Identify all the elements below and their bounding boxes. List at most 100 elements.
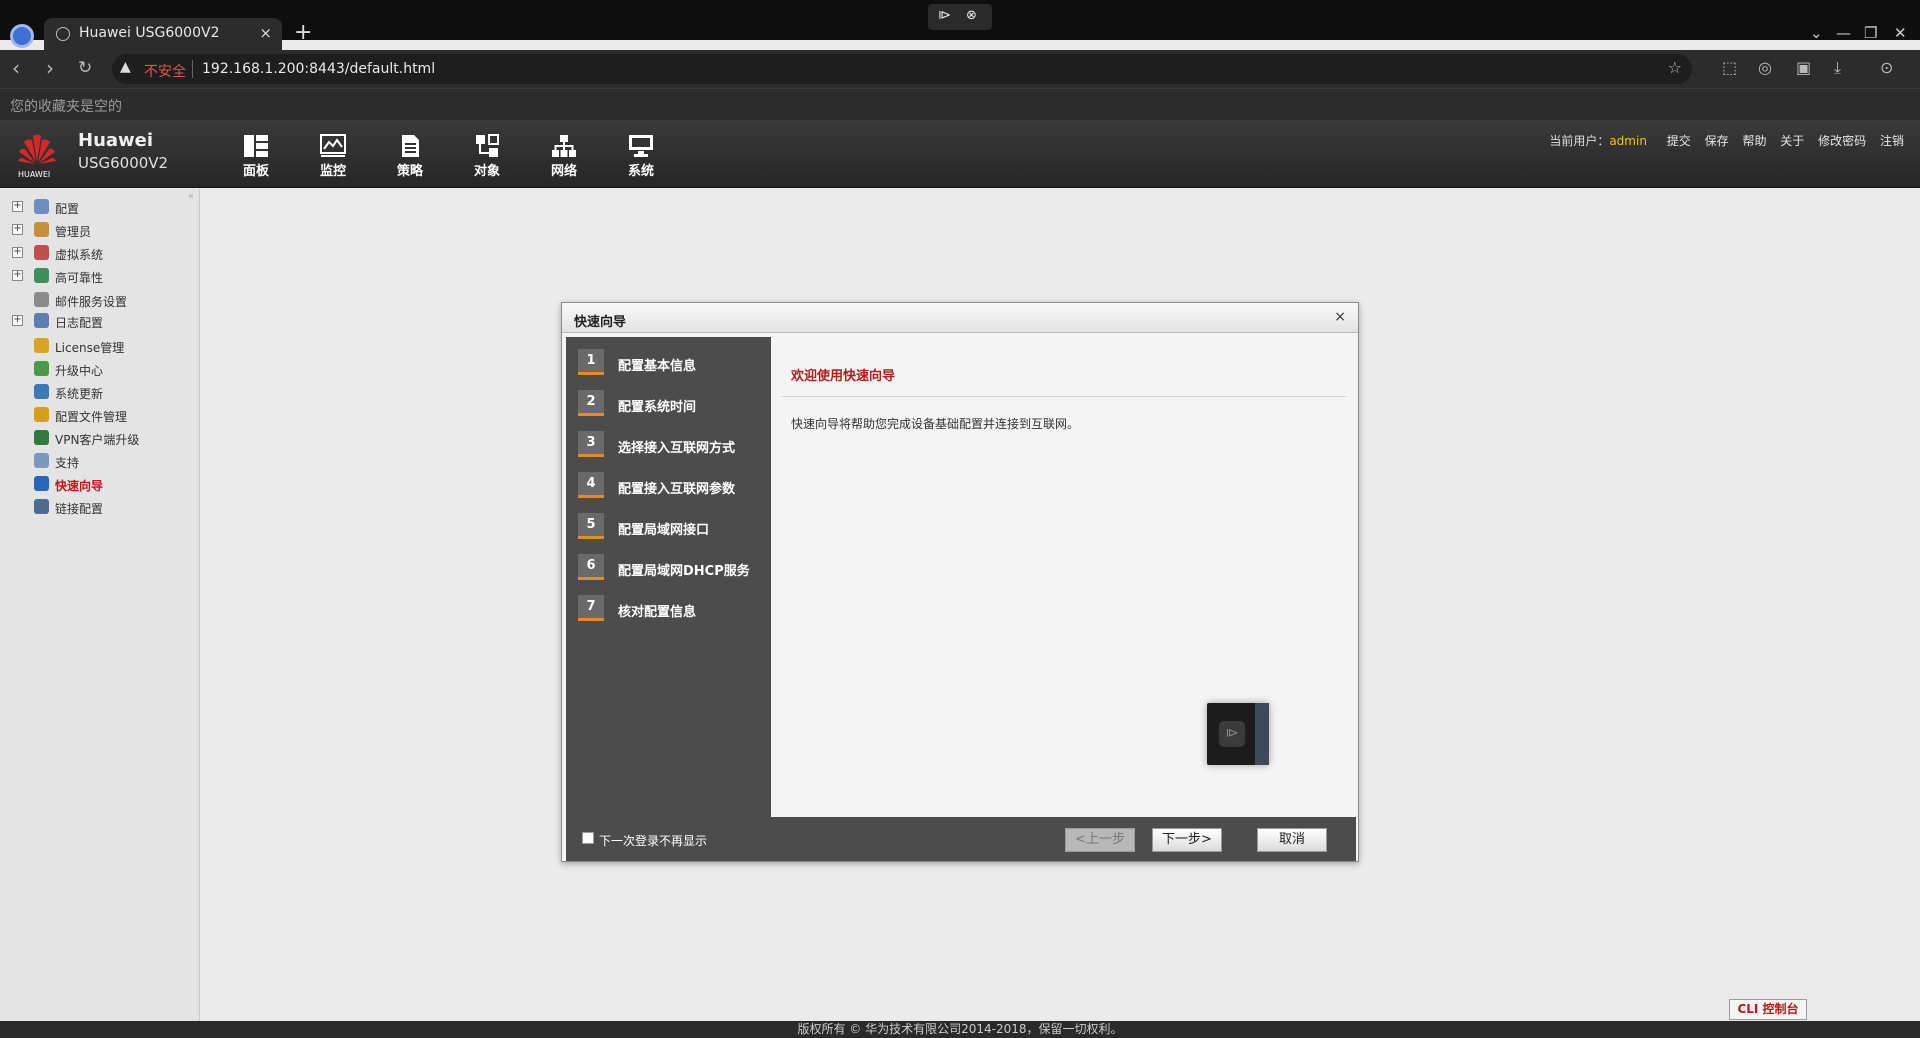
sidebar-item-label: 快速向导 xyxy=(55,479,104,493)
shield-icon[interactable]: ◎ xyxy=(1758,58,1772,77)
prev-button[interactable]: <上一步 xyxy=(1065,828,1135,852)
expand-icon[interactable]: + xyxy=(12,247,23,258)
sidebar-item[interactable]: + 配置 xyxy=(10,197,195,217)
nav-label: 系统 xyxy=(627,164,654,179)
minimize-icon[interactable]: — xyxy=(1836,24,1851,42)
download-icon[interactable]: ⤓ xyxy=(1834,58,1841,78)
next-button[interactable]: 下一步> xyxy=(1152,828,1222,852)
warning-icon[interactable]: ▲ xyxy=(120,59,131,75)
cli-console-button[interactable]: CLI 控制台 xyxy=(1729,999,1807,1020)
nav-system[interactable]: 系统 xyxy=(611,120,671,188)
insecure-label[interactable]: 不安全 xyxy=(144,61,186,81)
sidebar-item-label: 配置 xyxy=(55,202,80,216)
tree-node-icon xyxy=(34,292,49,307)
globe-icon xyxy=(56,27,70,41)
expand-icon[interactable]: + xyxy=(12,315,23,326)
tree-node-icon xyxy=(34,338,49,353)
widget-handle[interactable] xyxy=(1255,703,1269,765)
sidebar-item-label: VPN客户端升级 xyxy=(55,433,140,447)
dont-show-label[interactable]: 下一次登录不再显示 xyxy=(599,832,707,849)
sidebar-item[interactable]: 系统更新 xyxy=(10,382,195,402)
user-bar: 当前用户：admin 提交 保存 帮助 关于 修改密码 注销 xyxy=(1549,132,1904,149)
sidebar-item[interactable]: 支持 xyxy=(10,451,195,471)
step-number: 3 xyxy=(578,431,604,457)
sidebar-item[interactable]: + 日志配置 xyxy=(10,311,195,331)
wizard-body: 欢迎使用快速向导 快速向导将帮助您完成设备基础配置并连接到互联网。 ⧐ xyxy=(775,337,1355,817)
wizard-step: 1 配置基本信息 xyxy=(578,349,768,379)
window-close-icon[interactable]: ✕ xyxy=(1894,24,1907,42)
step-label: 配置基本信息 xyxy=(618,359,697,374)
sidebar-item[interactable]: 快速向导 xyxy=(10,474,195,494)
collections-icon[interactable]: ▣ xyxy=(1796,58,1811,77)
sidebar-item-label: 系统更新 xyxy=(55,387,104,401)
wizard-step: 7 核对配置信息 xyxy=(578,595,768,625)
back-icon[interactable]: ‹ xyxy=(12,56,20,80)
wizard-description: 快速向导将帮助您完成设备基础配置并连接到互联网。 xyxy=(791,417,1080,431)
dont-show-checkbox[interactable] xyxy=(582,832,594,844)
huawei-logo-icon xyxy=(18,134,56,164)
about-link[interactable]: 关于 xyxy=(1780,134,1804,148)
tab-title: Huawei USG6000V2 xyxy=(79,25,220,41)
sidebar-item[interactable]: 配置文件管理 xyxy=(10,405,195,425)
sidebar-item[interactable]: + 管理员 xyxy=(10,220,195,240)
save-link[interactable]: 保存 xyxy=(1705,134,1729,148)
wizard-step: 5 配置局域网接口 xyxy=(578,513,768,543)
menu-icon[interactable]: ⊙ xyxy=(1880,58,1893,77)
sidebar-item[interactable]: 升级中心 xyxy=(10,359,195,379)
divider xyxy=(781,396,1347,397)
nav-monitor[interactable]: 监控 xyxy=(303,120,363,188)
stop-share-icon[interactable]: ⊗ xyxy=(966,8,977,23)
nav-object[interactable]: 对象 xyxy=(457,120,517,188)
dialog-titlebar[interactable]: 快速向导 × xyxy=(562,303,1358,333)
sidebar-item-label: 管理员 xyxy=(55,225,92,239)
network-icon xyxy=(552,135,576,157)
bookmark-star-icon[interactable]: ☆ xyxy=(1668,58,1682,77)
app-header: HUAWEI Huawei USG6000V2 面板 监控 策略 对象 网络 系… xyxy=(0,120,1920,188)
sidebar-item-label: 升级中心 xyxy=(55,364,104,378)
tree-node-icon xyxy=(34,222,49,237)
expand-icon[interactable]: + xyxy=(12,270,23,281)
screen-share-icon[interactable]: ⧐ xyxy=(938,8,951,23)
forward-icon[interactable]: › xyxy=(46,56,54,80)
nav-policy[interactable]: 策略 xyxy=(380,120,440,188)
sidebar-item[interactable]: License管理 xyxy=(10,336,195,356)
tree-node-icon xyxy=(34,245,49,260)
floating-screen-share-widget[interactable]: ⧐ xyxy=(1207,703,1269,765)
sidebar-item[interactable]: VPN客户端升级 xyxy=(10,428,195,448)
expand-icon[interactable]: + xyxy=(12,224,23,235)
step-label: 核对配置信息 xyxy=(618,605,697,620)
dialog-close-icon[interactable]: × xyxy=(1334,309,1346,325)
logout-link[interactable]: 注销 xyxy=(1880,134,1904,148)
sidebar-item[interactable]: 邮件服务设置 xyxy=(10,290,195,310)
screen-share-icon: ⧐ xyxy=(1219,721,1245,747)
nav-dashboard[interactable]: 面板 xyxy=(226,120,286,188)
tab-search-icon[interactable]: ⌄ xyxy=(1810,24,1823,42)
nav-label: 策略 xyxy=(396,164,423,179)
extensions-icon[interactable]: ⬚ xyxy=(1722,58,1737,77)
sidebar-item-label: 链接配置 xyxy=(55,502,104,516)
expand-icon[interactable]: + xyxy=(12,201,23,212)
wizard-step: 3 选择接入互联网方式 xyxy=(578,431,768,461)
sidebar-item[interactable]: 链接配置 xyxy=(10,497,195,517)
step-number: 1 xyxy=(578,349,604,375)
browser-tab[interactable]: Huawei USG6000V2 × xyxy=(44,18,282,50)
tree-node-icon xyxy=(34,407,49,422)
url-input[interactable]: ▲ 不安全 192.168.1.200:8443/default.html ☆ xyxy=(112,54,1692,84)
nav-network[interactable]: 网络 xyxy=(534,120,594,188)
change-password-link[interactable]: 修改密码 xyxy=(1818,134,1866,148)
restore-icon[interactable]: ❐ xyxy=(1864,24,1877,42)
system-icon xyxy=(629,135,653,157)
sidebar-item[interactable]: + 高可靠性 xyxy=(10,266,195,286)
sidebar: « + 配置 + 管理员 + 虚拟系统 + 高可靠性 邮件服务设置 + 日志配置 License管理升… xyxy=(0,189,200,1021)
tab-close-icon[interactable]: × xyxy=(259,24,272,42)
wizard-steps: 1 配置基本信息 2 配置系统时间 3 选择接入互联网方式 4 配置接入互联网参数 5 配置局域网… xyxy=(566,337,771,817)
new-tab-button[interactable]: + xyxy=(294,20,312,45)
url-text[interactable]: 192.168.1.200:8443/default.html xyxy=(202,61,435,77)
help-link[interactable]: 帮助 xyxy=(1742,134,1766,148)
cancel-button[interactable]: 取消 xyxy=(1257,828,1327,852)
welcome-title: 欢迎使用快速向导 xyxy=(791,369,896,384)
sidebar-item[interactable]: + 虚拟系统 xyxy=(10,243,195,263)
address-bar: ‹ › ↻ ▲ 不安全 192.168.1.200:8443/default.h… xyxy=(0,50,1920,88)
commit-link[interactable]: 提交 xyxy=(1667,134,1691,148)
reload-icon[interactable]: ↻ xyxy=(78,58,92,78)
